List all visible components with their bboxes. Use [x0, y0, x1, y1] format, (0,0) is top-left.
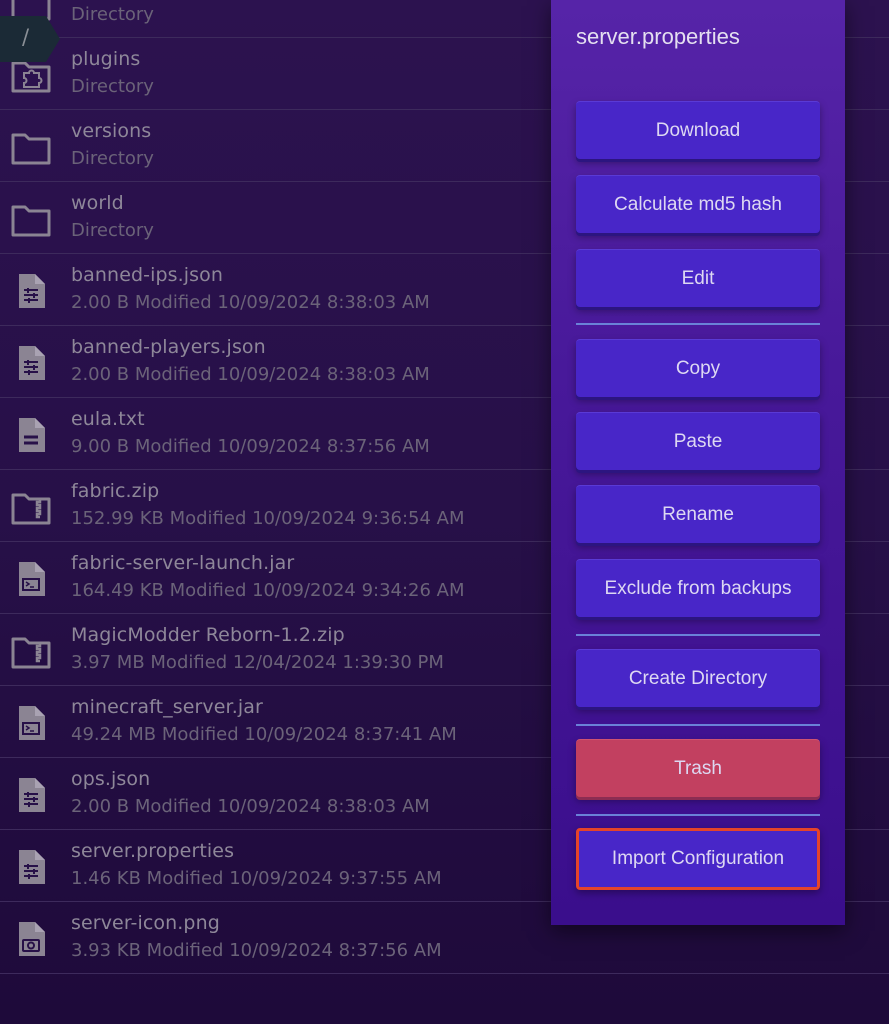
file-name[interactable]: minecraft_server.jar — [71, 696, 263, 718]
file-meta: 2.00 B Modified 10/09/2024 8:38:03 AM — [71, 796, 430, 817]
file-meta: 49.24 MB Modified 10/09/2024 8:37:41 AM — [71, 724, 457, 745]
trash-button[interactable]: Trash — [576, 739, 820, 797]
file-name[interactable]: eula.txt — [71, 408, 145, 430]
file-meta: Directory — [71, 4, 154, 25]
file-name[interactable]: versions — [71, 120, 151, 142]
config-file-icon — [10, 344, 52, 382]
file-name[interactable]: fabric.zip — [71, 480, 159, 502]
text-file-icon — [10, 416, 52, 454]
file-meta: 152.99 KB Modified 10/09/2024 9:36:54 AM — [71, 508, 465, 529]
executable-file-icon — [10, 704, 52, 742]
image-file-icon — [10, 920, 52, 958]
menu-divider — [576, 724, 820, 726]
file-meta: Directory — [71, 148, 154, 169]
menu-divider — [576, 634, 820, 636]
menu-divider — [576, 814, 820, 816]
file-meta: Directory — [71, 220, 154, 241]
file-name[interactable]: banned-players.json — [71, 336, 266, 358]
archive-icon — [10, 488, 52, 526]
menu-divider — [576, 323, 820, 325]
file-name[interactable]: plugins — [71, 48, 140, 70]
edit-button[interactable]: Edit — [576, 249, 820, 307]
config-file-icon — [10, 272, 52, 310]
exclude-from-backups-button[interactable]: Exclude from backups — [576, 559, 820, 617]
paste-button[interactable]: Paste — [576, 412, 820, 470]
file-meta: Directory — [71, 76, 154, 97]
config-file-icon — [10, 848, 52, 886]
file-meta: 3.93 KB Modified 10/09/2024 8:37:56 AM — [71, 940, 442, 961]
file-meta: 1.46 KB Modified 10/09/2024 9:37:55 AM — [71, 868, 442, 889]
import-configuration-button[interactable]: Import Configuration — [576, 828, 820, 890]
breadcrumb[interactable]: / — [0, 16, 60, 62]
calculate-md5-button[interactable]: Calculate md5 hash — [576, 175, 820, 233]
rename-button[interactable]: Rename — [576, 485, 820, 543]
copy-button[interactable]: Copy — [576, 339, 820, 397]
file-name[interactable]: world — [71, 192, 124, 214]
archive-icon — [10, 632, 52, 670]
file-meta: 164.49 KB Modified 10/09/2024 9:34:26 AM — [71, 580, 465, 601]
config-file-icon — [10, 776, 52, 814]
breadcrumb-root[interactable]: / — [22, 25, 29, 49]
file-meta: 2.00 B Modified 10/09/2024 8:38:03 AM — [71, 292, 430, 313]
menu-title: server.properties — [576, 24, 740, 49]
folder-icon — [10, 200, 52, 238]
download-button[interactable]: Download — [576, 101, 820, 159]
file-name[interactable]: server.properties — [71, 840, 234, 862]
file-meta: 3.97 MB Modified 12/04/2024 1:39:30 PM — [71, 652, 444, 673]
file-context-menu: server.properties Download Calculate md5… — [551, 0, 845, 925]
file-name[interactable]: MagicModder Reborn-1.2.zip — [71, 624, 345, 646]
folder-icon — [10, 128, 52, 166]
breadcrumb-arrow-shape — [0, 16, 60, 62]
file-name[interactable]: fabric-server-launch.jar — [71, 552, 294, 574]
file-name[interactable]: server-icon.png — [71, 912, 220, 934]
create-directory-button[interactable]: Create Directory — [576, 649, 820, 707]
file-name[interactable]: ops.json — [71, 768, 150, 790]
file-meta: 9.00 B Modified 10/09/2024 8:37:56 AM — [71, 436, 430, 457]
file-meta: 2.00 B Modified 10/09/2024 8:38:03 AM — [71, 364, 430, 385]
file-name[interactable]: banned-ips.json — [71, 264, 223, 286]
executable-file-icon — [10, 560, 52, 598]
